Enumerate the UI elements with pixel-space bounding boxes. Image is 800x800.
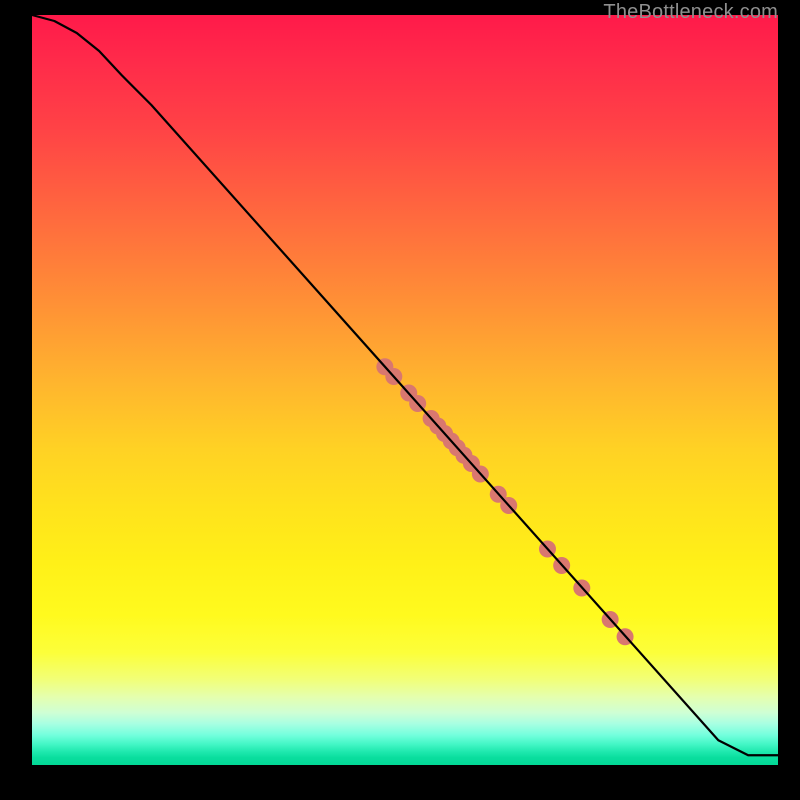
chart-overlay	[0, 0, 800, 800]
chart-curve	[32, 15, 778, 755]
watermark-text: TheBottleneck.com	[603, 1, 778, 24]
chart-stage: TheBottleneck.com	[0, 0, 800, 800]
